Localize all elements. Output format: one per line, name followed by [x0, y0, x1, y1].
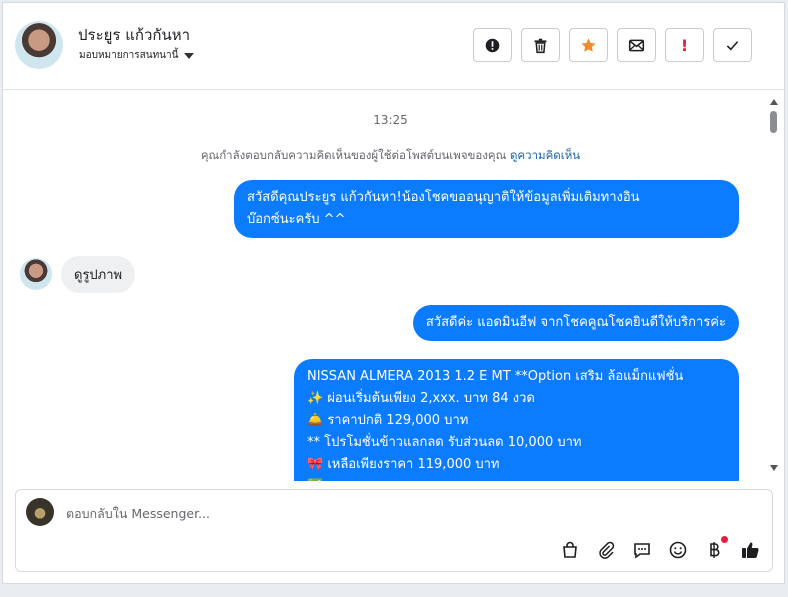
page-avatar — [26, 498, 54, 526]
message-line: NISSAN ALMERA 2013 1.2 E MT **Option เสร… — [307, 369, 684, 384]
star-icon — [581, 38, 596, 52]
mark-done-button[interactable] — [713, 28, 752, 62]
message-line: ** โปรโมชั่นข้าวแลกลด รับส่วนลด 10,000 บ… — [307, 435, 582, 450]
message-timestamp: 13:25 — [373, 113, 408, 127]
notice-text: คุณกำลังตอบกลับความคิดเห็นของผู้ใช้ต่อโพ… — [200, 148, 507, 162]
message-line: บ๊อกซ์นะครับ ^^ — [247, 212, 346, 227]
message-line: 🎀 เหลือเพียงราคา 119,000 บาท — [307, 457, 500, 472]
message-line: ✨ ผ่อนเริ่มต้นเพียง 2,xxx. บาท 84 งวด — [307, 391, 535, 406]
message-line: ✅ — [307, 476, 726, 481]
message-line: สวัสดีคุณประยูร แก้วกันหา!น้องโชคขออนุญา… — [247, 190, 640, 205]
scroll-up-arrow-icon[interactable] — [770, 99, 778, 105]
flag-spam-button[interactable]: ! — [665, 28, 704, 62]
alert-circle-icon — [485, 38, 500, 52]
thumbs-up-icon[interactable] — [738, 538, 762, 562]
baht-payment-icon[interactable] — [702, 536, 728, 562]
exclamation-icon: ! — [680, 35, 689, 55]
incoming-message[interactable]: ดูรูปภาพ — [61, 256, 136, 293]
comment-reply-notice: คุณกำลังตอบกลับความคิดเห็นของผู้ใช้ต่อโพ… — [3, 147, 778, 165]
message-thread[interactable]: 13:25 คุณกำลังตอบกลับความคิดเห็นของผู้ใช… — [3, 91, 784, 481]
assign-conversation-dropdown[interactable]: มอบหมายการสนทนานี้ — [79, 48, 195, 63]
outgoing-message[interactable]: สวัสดีคุณประยูร แก้วกันหา!น้องโชคขออนุญา… — [234, 180, 739, 238]
message-line: ดูรูปภาพ — [74, 268, 123, 283]
mark-unread-button[interactable] — [617, 28, 656, 62]
report-button[interactable] — [473, 28, 512, 62]
trash-icon — [534, 38, 547, 53]
envelope-icon — [628, 39, 645, 51]
conversation-header: ประยูร แก้วกันหา มอบหมายการสนทนานี้ ! — [3, 3, 784, 90]
delete-button[interactable] — [521, 28, 560, 62]
conversation-panel: ประยูร แก้วกันหา มอบหมายการสนทนานี้ ! 13… — [2, 2, 785, 584]
outgoing-message[interactable]: NISSAN ALMERA 2013 1.2 E MT **Option เสร… — [294, 359, 739, 481]
composer-toolbar — [558, 536, 762, 562]
reply-input[interactable] — [66, 506, 546, 521]
outgoing-message[interactable]: สวัสดีค่ะ แอดมินอีฟ จากโชคคูณโชคยินดีให้… — [412, 305, 739, 341]
saved-replies-icon[interactable] — [630, 538, 654, 562]
paperclip-icon[interactable] — [594, 538, 618, 562]
star-button[interactable] — [569, 28, 608, 62]
header-actions: ! — [473, 28, 752, 62]
emoji-icon[interactable] — [666, 538, 690, 562]
check-icon — [726, 40, 739, 50]
message-line: 🛎️ ราคาปกติ 129,000 บาท — [307, 413, 469, 428]
assign-label: มอบหมายการสนทนานี้ — [79, 50, 179, 61]
contact-avatar-small — [20, 258, 52, 290]
reply-composer — [15, 489, 773, 572]
scroll-down-arrow-icon[interactable] — [770, 465, 778, 471]
message-line: สวัสดีค่ะ แอดมินอีฟ จากโชคคูณโชคยินดีให้… — [425, 315, 726, 330]
contact-name[interactable]: ประยูร แก้วกันหา — [78, 23, 190, 47]
contact-avatar[interactable] — [15, 21, 63, 69]
chevron-down-icon — [184, 52, 195, 59]
shopping-bag-icon[interactable] — [558, 538, 582, 562]
view-comment-link[interactable]: ดูความคิดเห็น — [510, 148, 580, 162]
notification-dot — [721, 536, 728, 543]
